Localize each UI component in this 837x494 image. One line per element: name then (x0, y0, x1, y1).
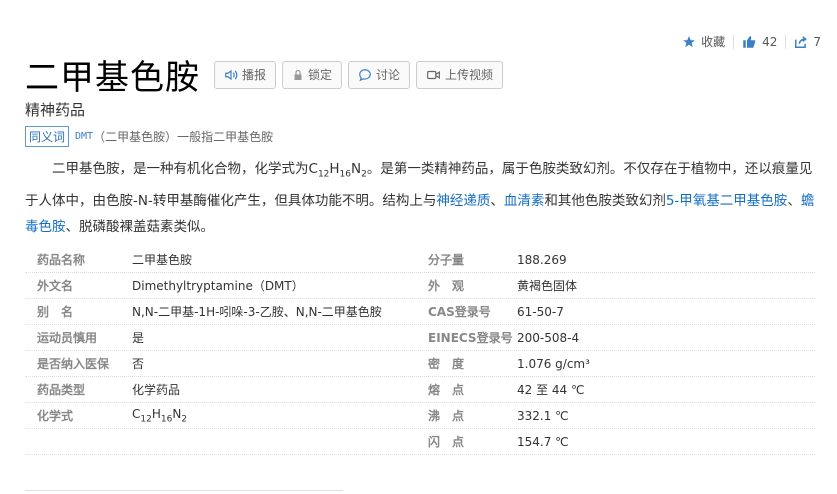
top-actions: 收藏 42 7 (674, 33, 829, 50)
lock-label: 锁定 (308, 68, 333, 82)
info-row: 外文名 Dimethyltryptamine（DMT） 外 观 黄褐色固体 (25, 273, 815, 299)
info-label: 运动员慎用 (37, 331, 98, 345)
info-value: 化学药品 (132, 383, 181, 397)
info-row: 化学式 C12H16N2 沸 点 332.1 ℃ (25, 403, 815, 429)
link-serotonin[interactable]: 血清素 (504, 193, 545, 209)
speaker-icon (225, 69, 238, 80)
info-value: Dimethyltryptamine（DMT） (132, 279, 304, 293)
share-icon (795, 35, 808, 48)
thumbs-up-icon (743, 35, 756, 48)
formula-letter: N (351, 161, 362, 177)
info-row: 闪 点 154.7 ℃ (25, 429, 815, 455)
summary-paragraph: 二甲基色胺，是一种有机化合物，化学式为C12H16N2。是第一类精神药品，属于色… (25, 156, 815, 240)
formula-subscript: 16 (339, 169, 351, 180)
formula-subscript: 12 (317, 169, 330, 180)
info-label: 化学式 (37, 409, 74, 423)
favorite-button[interactable]: 收藏 (674, 33, 733, 50)
play-button[interactable]: 播报 (214, 60, 277, 89)
info-label: 密 度 (428, 357, 465, 371)
info-label: 是否纳入医保 (37, 357, 110, 371)
formula-value: C12H16N2 (132, 407, 422, 424)
formula-subscript: 12 (140, 414, 152, 425)
synonym-tag[interactable]: 同义词 (25, 126, 70, 147)
chat-bubble-icon (359, 68, 371, 81)
formula-subscript: 16 (160, 414, 173, 425)
lock-icon (294, 69, 302, 80)
link-neurotransmitter[interactable]: 神经递质 (436, 193, 490, 209)
info-label: 分子量 (428, 253, 465, 267)
discuss-button[interactable]: 讨论 (348, 60, 411, 89)
info-label: 别 名 (37, 305, 74, 319)
info-label: 药品名称 (37, 253, 86, 267)
title-row: 二甲基色胺 播报 锁定 讨论 上传视频 (25, 50, 504, 99)
formula-subscript: 2 (181, 414, 188, 425)
formula-letter: N (172, 406, 182, 421)
share-count: 7 (813, 34, 821, 49)
info-value: 二甲基色胺 (132, 253, 193, 267)
info-value: 188.269 (517, 252, 567, 267)
synonym-link[interactable]: DMT (75, 131, 93, 142)
discuss-label: 讨论 (376, 68, 401, 82)
formula-letter: H (329, 161, 340, 177)
upload-video-label: 上传视频 (445, 68, 494, 82)
lock-button[interactable]: 锁定 (282, 60, 343, 89)
star-icon (683, 35, 695, 47)
summary-text: 、脱磷酸裸盖菇素类似。 (65, 218, 215, 235)
info-value: 332.1 ℃ (517, 408, 569, 423)
separator: 、 (490, 192, 504, 209)
info-label: 闪 点 (428, 435, 465, 449)
info-table: 药品名称 二甲基色胺 分子量 188.269 外文名 Dimethyltrypt… (25, 247, 815, 455)
play-label: 播报 (242, 68, 267, 82)
info-label: 外文名 (37, 279, 74, 293)
title-buttons: 播报 锁定 讨论 上传视频 (214, 60, 504, 89)
info-value: N,N-二甲基-1H-吲哚-3-乙胺、N,N-二甲基色胺 (132, 305, 382, 319)
info-value: 是 (132, 331, 145, 345)
info-label: 药品类型 (37, 383, 86, 397)
like-count: 42 (762, 34, 778, 49)
upload-video-button[interactable]: 上传视频 (416, 60, 504, 89)
like-button[interactable]: 42 (734, 34, 785, 49)
formula-letter: H (151, 406, 161, 421)
info-label: CAS登录号 (428, 305, 491, 319)
info-row: 运动员慎用 是 EINECS登录号 200-508-4 (25, 325, 815, 351)
info-row: 药品类型 化学药品 熔 点 42 至 44 ℃ (25, 377, 815, 403)
summary-text: 和其他色胺类致幻剂 (544, 192, 666, 209)
info-label: 熔 点 (428, 383, 465, 397)
info-label: EINECS登录号 (428, 331, 513, 345)
info-value: 1.076 g/cm³ (517, 356, 590, 371)
synonym-line: 同义词 DMT （二甲基色胺）一般指二甲基色胺 (25, 126, 273, 147)
video-camera-icon (427, 70, 440, 79)
separator: 、 (787, 192, 801, 209)
info-label: 沸 点 (428, 409, 465, 423)
divider (25, 490, 343, 491)
info-value: 42 至 44 ℃ (517, 383, 585, 397)
info-value: 200-508-4 (517, 330, 580, 345)
favorite-label: 收藏 (701, 35, 726, 49)
share-button[interactable]: 7 (786, 35, 829, 49)
info-value: 154.7 ℃ (517, 434, 569, 449)
info-value: 黄褐色固体 (517, 279, 578, 293)
info-row: 别 名 N,N-二甲基-1H-吲哚-3-乙胺、N,N-二甲基色胺 CAS登录号 … (25, 299, 815, 325)
info-row: 是否纳入医保 否 密 度 1.076 g/cm³ (25, 351, 815, 377)
subtitle: 精神药品 (25, 101, 86, 119)
info-row: 药品名称 二甲基色胺 分子量 188.269 (25, 247, 815, 273)
info-value: 61-50-7 (517, 304, 564, 319)
page-title: 二甲基色胺 (25, 58, 200, 98)
info-label: 外 观 (428, 279, 465, 293)
link-5-meo-dmt[interactable]: 5-甲氧基二甲基色胺 (666, 193, 787, 209)
synonym-text: （二甲基色胺）一般指二甲基色胺 (93, 130, 274, 144)
info-value: 否 (132, 357, 145, 371)
summary-text: 二甲基色胺，是一种有机化合物，化学式为C (52, 161, 318, 177)
